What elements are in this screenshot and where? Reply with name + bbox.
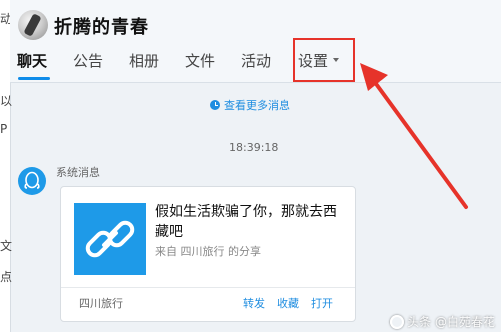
tab-chat[interactable]: 聊天 bbox=[17, 50, 47, 71]
watermark-logo-icon bbox=[390, 315, 405, 329]
annotation-highlight-box bbox=[293, 38, 355, 82]
view-more-label: 查看更多消息 bbox=[224, 99, 290, 112]
tab-album[interactable]: 相册 bbox=[129, 50, 159, 71]
group-chat-window: 动 以 P 文 点 折腾的青春 聊天 公告 相册 文件 活动 设置 查看更多消息… bbox=[0, 0, 501, 332]
active-tab-indicator bbox=[18, 77, 50, 80]
share-card[interactable]: 假如生活欺骗了你，那就去西藏吧 来自 四川旅行 的分享 四川旅行 转发 收藏 打… bbox=[60, 186, 356, 322]
share-card-title: 假如生活欺骗了你，那就去西藏吧 bbox=[155, 204, 337, 240]
group-title[interactable]: 折腾的青春 bbox=[54, 13, 149, 39]
chat-area: 查看更多消息 18:39:18 系统消息 假如生活欺骗了你，那就去西藏吧 来自 … bbox=[10, 83, 501, 332]
penguin-icon[interactable] bbox=[18, 167, 46, 195]
view-more-messages-link[interactable]: 查看更多消息 bbox=[210, 97, 290, 113]
group-avatar[interactable] bbox=[18, 10, 48, 40]
system-avatar-graphic bbox=[24, 171, 40, 189]
link-graphic bbox=[85, 220, 135, 258]
message-sender: 系统消息 bbox=[56, 166, 100, 179]
clock-icon bbox=[210, 100, 220, 110]
tab-files[interactable]: 文件 bbox=[185, 50, 215, 71]
favorite-button[interactable]: 收藏 bbox=[277, 295, 299, 311]
tab-announcements[interactable]: 公告 bbox=[73, 50, 103, 71]
watermark: 头条 @白苑春花 bbox=[390, 313, 495, 330]
link-icon bbox=[74, 203, 146, 275]
share-card-divider bbox=[61, 287, 355, 288]
tab-activities[interactable]: 活动 bbox=[241, 50, 271, 71]
share-card-footer-name: 四川旅行 bbox=[79, 297, 123, 310]
watermark-text: 头条 @白苑春花 bbox=[407, 315, 495, 329]
forward-button[interactable]: 转发 bbox=[243, 295, 265, 311]
open-button[interactable]: 打开 bbox=[311, 295, 333, 311]
left-strip-glyph: P bbox=[0, 122, 8, 136]
share-card-source: 来自 四川旅行 的分享 bbox=[155, 245, 261, 258]
message-timestamp: 18:39:18 bbox=[229, 141, 279, 154]
